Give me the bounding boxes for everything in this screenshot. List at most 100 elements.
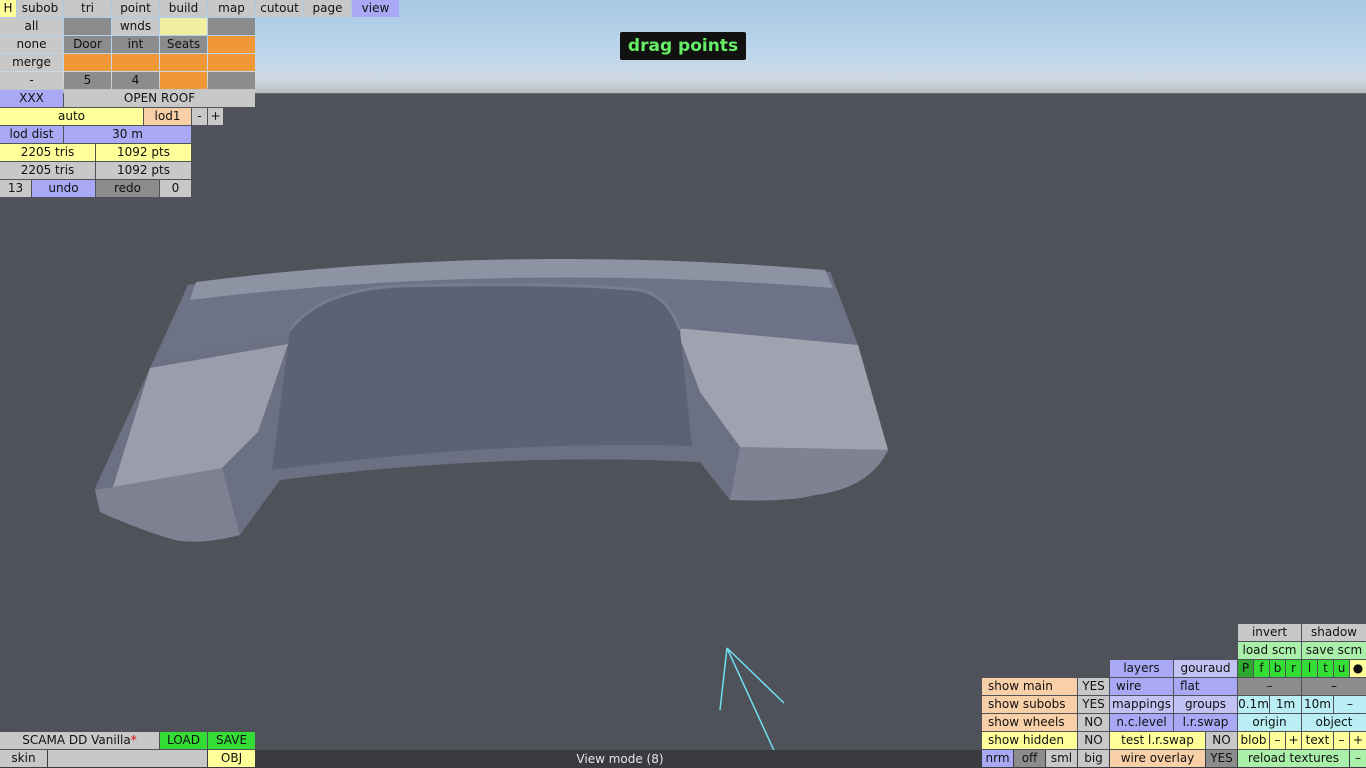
spoiler-center-recess [272, 284, 692, 470]
invert-button[interactable]: invert [1238, 624, 1301, 641]
undo-button[interactable]: undo [32, 180, 95, 197]
dash-button-2[interactable]: – [1302, 678, 1366, 695]
xxx-button[interactable]: XXX [0, 90, 63, 107]
row3-orange-button-4[interactable] [208, 54, 255, 71]
dash-button-1[interactable]: – [1238, 678, 1301, 695]
value-4-button[interactable]: 4 [112, 72, 159, 89]
show-wheels-button[interactable]: show wheels [982, 714, 1077, 731]
row4-gray-button[interactable] [208, 72, 255, 89]
step-10m-button[interactable]: 10m [1302, 696, 1333, 713]
row3-orange-button-1[interactable] [64, 54, 111, 71]
off-button[interactable]: off [1014, 750, 1045, 767]
merge-button[interactable]: merge [0, 54, 63, 71]
big-button[interactable]: big [1078, 750, 1109, 767]
tab-view[interactable]: view [352, 0, 399, 17]
model-name-field[interactable]: SCAMA DD Vanilla* [0, 732, 159, 749]
object-button[interactable]: object [1302, 714, 1366, 731]
step-01m-button[interactable]: 0.1m [1238, 696, 1269, 713]
text-plus-button[interactable]: + [1350, 732, 1366, 749]
gizmo-axis-left [719, 647, 728, 711]
view-f-button[interactable]: f [1254, 660, 1269, 677]
int-button[interactable]: int [112, 36, 159, 53]
view-r-button[interactable]: r [1286, 660, 1301, 677]
door-button[interactable]: Door [64, 36, 111, 53]
tab-map[interactable]: map [208, 0, 255, 17]
gouraud-button[interactable]: gouraud [1174, 660, 1237, 677]
tab-build[interactable]: build [160, 0, 207, 17]
test-lr-swap-value[interactable]: NO [1206, 732, 1237, 749]
show-wheels-value[interactable]: NO [1078, 714, 1109, 731]
row2-orange-button[interactable] [208, 36, 255, 53]
layers-button[interactable]: layers [1110, 660, 1173, 677]
nc-level-button[interactable]: n.c.level [1110, 714, 1173, 731]
wnds-button[interactable]: wnds [112, 18, 159, 35]
view-t-button[interactable]: t [1318, 660, 1333, 677]
shadow-button[interactable]: shadow [1302, 624, 1366, 641]
text-minus-button[interactable]: – [1334, 732, 1349, 749]
auto-lod-button[interactable]: auto [0, 108, 143, 125]
show-main-button[interactable]: show main [982, 678, 1077, 695]
mappings-button[interactable]: mappings [1110, 696, 1173, 713]
wire-overlay-value[interactable]: YES [1206, 750, 1237, 767]
lod-selector[interactable]: lod1 [144, 108, 191, 125]
redo-count: 0 [160, 180, 191, 197]
reload-textures-button[interactable]: reload textures [1238, 750, 1349, 767]
sml-button[interactable]: sml [1046, 750, 1077, 767]
origin-button[interactable]: origin [1238, 714, 1301, 731]
text-button[interactable]: text [1302, 732, 1333, 749]
minus-button[interactable]: - [0, 72, 63, 89]
show-main-value[interactable]: YES [1078, 678, 1109, 695]
tab-point[interactable]: point [112, 0, 159, 17]
view-u-button[interactable]: u [1334, 660, 1349, 677]
select-none-button[interactable]: none [0, 36, 63, 53]
wire-overlay-button[interactable]: wire overlay [1110, 750, 1205, 767]
view-b-button[interactable]: b [1270, 660, 1285, 677]
row3-orange-button-3[interactable] [160, 54, 207, 71]
row4-orange-button[interactable] [160, 72, 207, 89]
lr-swap-button[interactable]: l.r.swap [1174, 714, 1237, 731]
load-button[interactable]: LOAD [160, 732, 207, 749]
h-button[interactable]: H [0, 0, 16, 17]
value-5-button[interactable]: 5 [64, 72, 111, 89]
flat-button[interactable]: flat [1174, 678, 1237, 695]
redo-button[interactable]: redo [96, 180, 159, 197]
show-hidden-button[interactable]: show hidden [982, 732, 1077, 749]
blob-button[interactable]: blob [1238, 732, 1269, 749]
blob-minus-button[interactable]: – [1270, 732, 1285, 749]
test-lr-swap-button[interactable]: test l.r.swap [1110, 732, 1205, 749]
tab-tri[interactable]: tri [64, 0, 111, 17]
spoiler-model[interactable] [95, 258, 888, 542]
save-scm-button[interactable]: save scm [1302, 642, 1366, 659]
skin-button[interactable]: skin [0, 750, 47, 767]
row1-empty-button[interactable] [64, 18, 111, 35]
show-subobs-button[interactable]: show subobs [982, 696, 1077, 713]
tab-page[interactable]: page [304, 0, 351, 17]
lod-minus-button[interactable]: - [192, 108, 207, 125]
blob-plus-button[interactable]: + [1286, 732, 1301, 749]
select-all-button[interactable]: all [0, 18, 63, 35]
seats-button[interactable]: Seats [160, 36, 207, 53]
load-scm-button[interactable]: load scm [1238, 642, 1301, 659]
row1-gray-button[interactable] [208, 18, 255, 35]
open-roof-button[interactable]: OPEN ROOF [64, 90, 255, 107]
step-1m-button[interactable]: 1m [1270, 696, 1301, 713]
row3-orange-button-2[interactable] [112, 54, 159, 71]
nrm-button[interactable]: nrm [982, 750, 1013, 767]
row1-yellow-button[interactable] [160, 18, 207, 35]
view-dot-button[interactable]: ● [1350, 660, 1366, 677]
show-hidden-value[interactable]: NO [1078, 732, 1109, 749]
view-l-button[interactable]: l [1302, 660, 1317, 677]
lod-plus-button[interactable]: + [208, 108, 223, 125]
skin-field[interactable] [48, 750, 207, 767]
view-p-button[interactable]: P [1238, 660, 1253, 677]
tab-subob[interactable]: subob [17, 0, 63, 17]
reload-minus-button[interactable]: – [1350, 750, 1366, 767]
tab-cutout[interactable]: cutout [256, 0, 303, 17]
lod-dist-value[interactable]: 30 m [64, 126, 191, 143]
step-minus-button[interactable]: – [1334, 696, 1366, 713]
obj-button[interactable]: OBJ [208, 750, 255, 767]
save-button[interactable]: SAVE [208, 732, 255, 749]
groups-button[interactable]: groups [1174, 696, 1237, 713]
wire-button[interactable]: wire [1110, 678, 1173, 695]
show-subobs-value[interactable]: YES [1078, 696, 1109, 713]
